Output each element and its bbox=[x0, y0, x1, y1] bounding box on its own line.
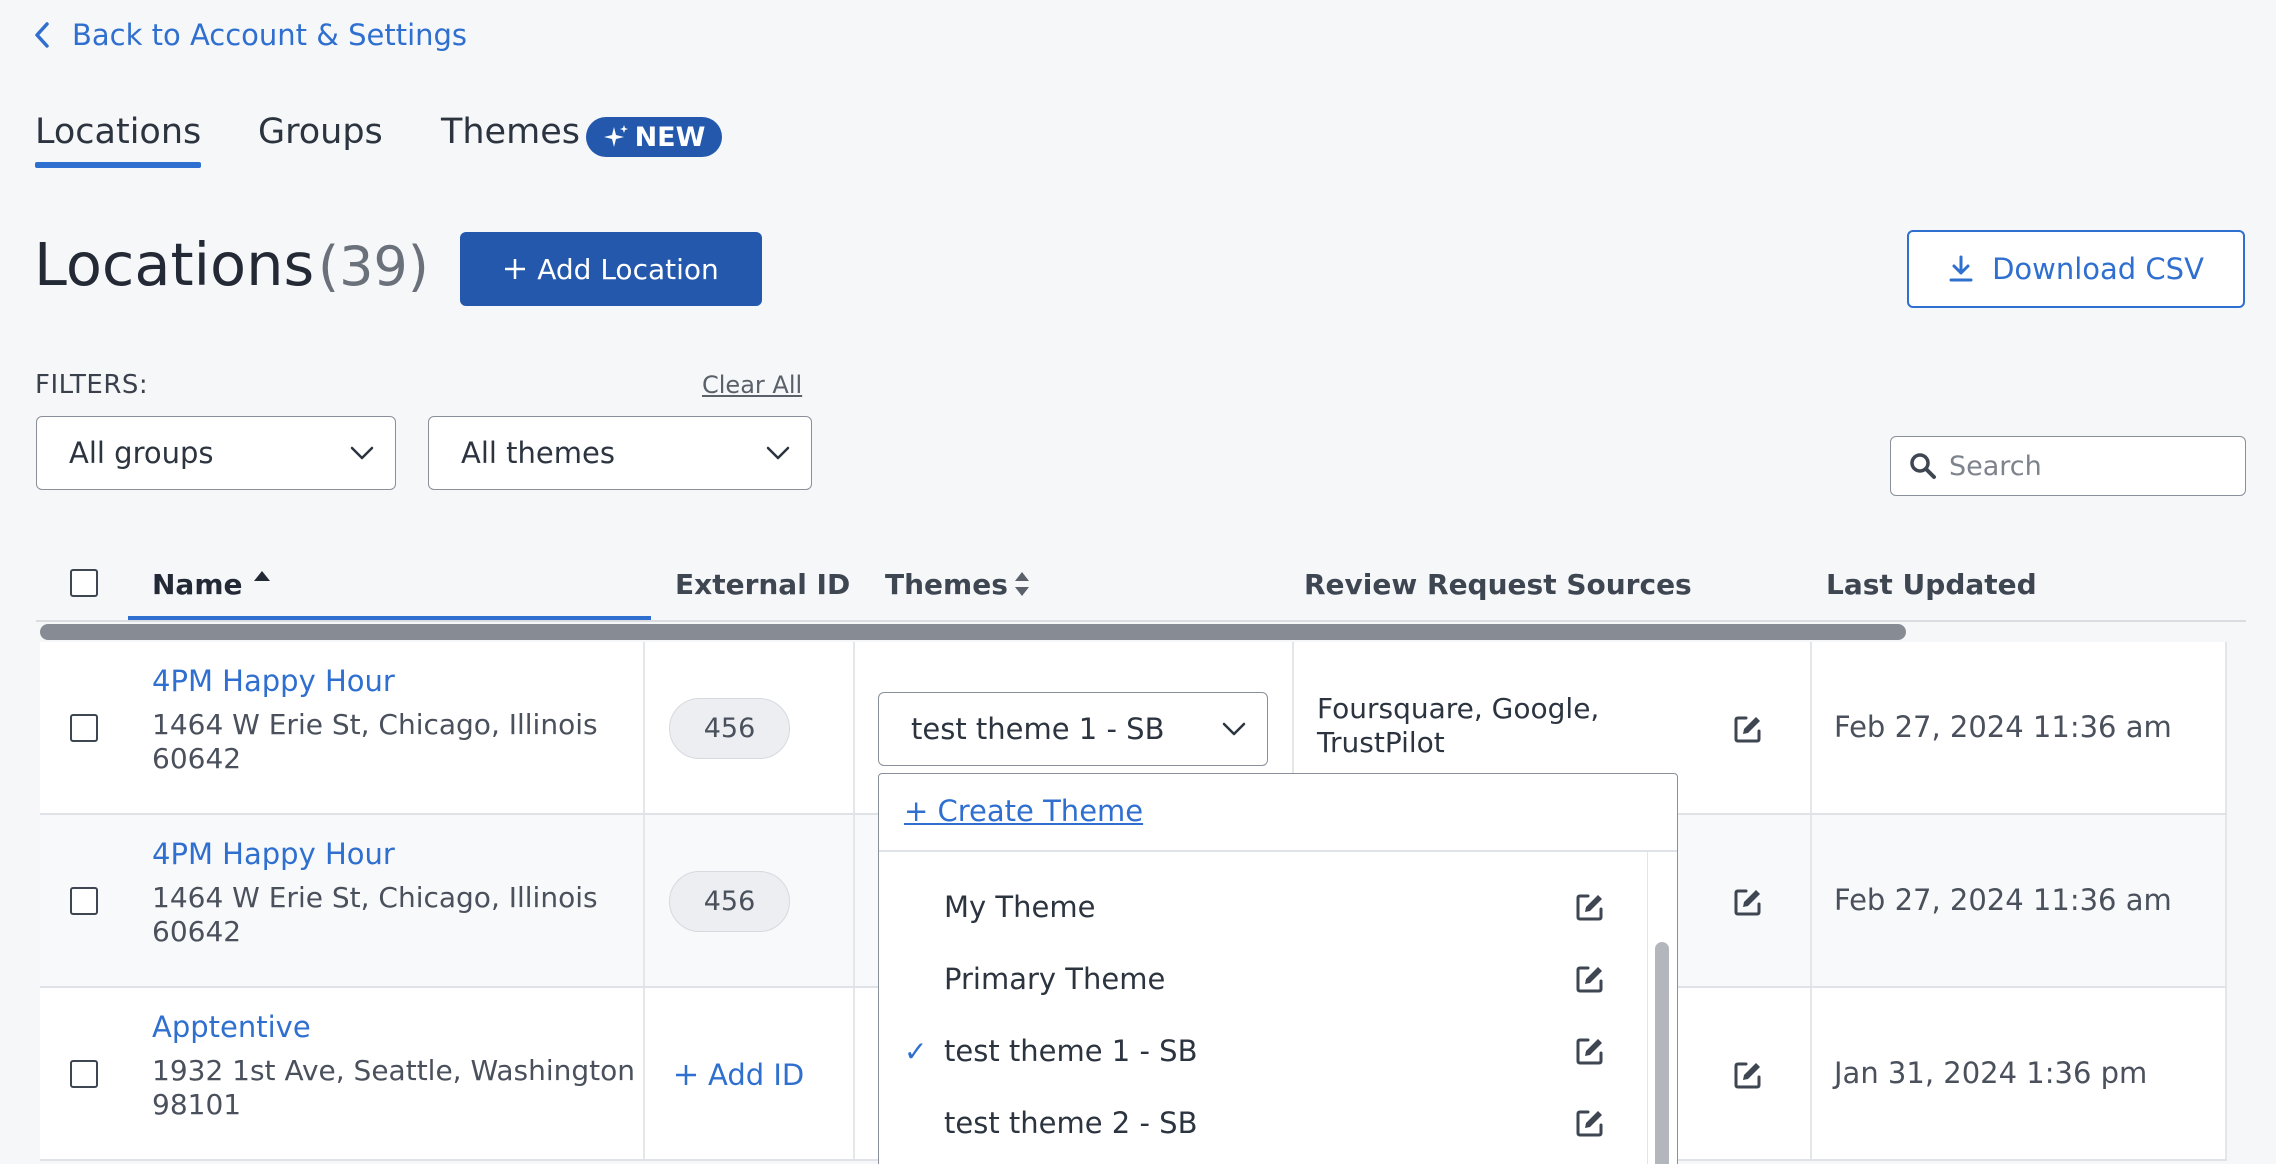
plus-icon bbox=[503, 257, 527, 281]
new-badge-label: NEW bbox=[634, 121, 706, 153]
location-count: (39) bbox=[318, 235, 429, 298]
edit-icon[interactable] bbox=[1575, 892, 1605, 922]
theme-option[interactable]: test theme 2 - SB bbox=[879, 1088, 1649, 1158]
select-all-checkbox[interactable] bbox=[70, 569, 98, 597]
row-theme-select[interactable]: test theme 1 - SB bbox=[878, 692, 1268, 766]
column-header-themes[interactable]: Themes bbox=[885, 568, 1029, 601]
clear-all-link[interactable]: Clear All bbox=[702, 371, 802, 399]
location-address: 1932 1st Ave, Seattle, Washington 98101 bbox=[152, 1054, 636, 1121]
chevron-down-icon bbox=[765, 445, 791, 461]
theme-option-label: Primary Theme bbox=[944, 962, 1166, 996]
last-updated: Feb 27, 2024 11:36 am bbox=[1834, 710, 2172, 744]
last-updated: Feb 27, 2024 11:36 am bbox=[1834, 883, 2172, 917]
search-icon bbox=[1909, 452, 1937, 480]
column-header-external-id[interactable]: External ID bbox=[675, 568, 850, 601]
chevron-left-icon bbox=[34, 22, 50, 48]
menu-divider bbox=[879, 850, 1677, 852]
location-name-link[interactable]: 4PM Happy Hour bbox=[152, 837, 395, 871]
sort-ascending-icon bbox=[253, 570, 271, 582]
last-updated: Jan 31, 2024 1:36 pm bbox=[1834, 1056, 2148, 1090]
theme-option-selected[interactable]: ✓ test theme 1 - SB bbox=[879, 1016, 1649, 1086]
cell-divider bbox=[1810, 642, 1812, 813]
column-header-review-sources[interactable]: Review Request Sources bbox=[1304, 568, 1692, 601]
edit-icon[interactable] bbox=[1575, 1108, 1605, 1138]
add-location-button[interactable]: Add Location bbox=[460, 232, 762, 306]
theme-option[interactable]: My Theme bbox=[879, 872, 1649, 942]
add-location-label: Add Location bbox=[537, 252, 719, 286]
chevron-down-icon bbox=[1221, 721, 1247, 737]
cell-divider bbox=[853, 988, 855, 1159]
column-header-name[interactable]: Name bbox=[152, 568, 270, 601]
cell-divider bbox=[853, 642, 855, 813]
check-icon: ✓ bbox=[904, 1034, 928, 1068]
add-id-button[interactable]: Add ID bbox=[674, 1058, 804, 1092]
column-header-name-label: Name bbox=[152, 568, 243, 601]
theme-option[interactable]: Primary Theme bbox=[879, 944, 1649, 1014]
theme-dropdown-menu: + Create Theme My Theme Primary Theme ✓ … bbox=[878, 773, 1678, 1164]
edit-icon[interactable] bbox=[1733, 1060, 1763, 1090]
tab-locations[interactable]: Locations bbox=[35, 112, 202, 168]
theme-option-label: test theme 2 - SB bbox=[944, 1106, 1198, 1140]
row-checkbox[interactable] bbox=[70, 714, 98, 742]
groups-filter-value: All groups bbox=[69, 436, 214, 470]
new-badge: NEW bbox=[586, 117, 722, 157]
create-theme-link[interactable]: + Create Theme bbox=[904, 794, 1143, 828]
cell-divider bbox=[2225, 815, 2227, 986]
header-divider bbox=[36, 620, 2246, 622]
download-csv-button[interactable]: Download CSV bbox=[1907, 230, 2245, 308]
theme-option-label: My Theme bbox=[944, 890, 1096, 924]
download-icon bbox=[1948, 255, 1974, 283]
column-header-last-updated[interactable]: Last Updated bbox=[1826, 568, 2037, 601]
menu-scroll-thumb[interactable] bbox=[1655, 942, 1669, 1164]
location-name-link[interactable]: Apptentive bbox=[152, 1010, 311, 1044]
themes-filter-select[interactable]: All themes bbox=[428, 416, 812, 490]
search-box[interactable] bbox=[1890, 436, 2246, 496]
cell-divider bbox=[1810, 815, 1812, 986]
row-checkbox[interactable] bbox=[70, 1060, 98, 1088]
cell-divider bbox=[1810, 988, 1812, 1159]
cell-divider bbox=[2225, 642, 2227, 813]
location-name-link[interactable]: 4PM Happy Hour bbox=[152, 664, 395, 698]
page-title: Locations bbox=[34, 230, 315, 299]
location-address: 1464 W Erie St, Chicago, Illinois 60642 bbox=[152, 881, 598, 948]
external-id-pill[interactable]: 456 bbox=[669, 871, 790, 932]
themes-filter-value: All themes bbox=[461, 436, 615, 470]
cell-divider bbox=[2225, 988, 2227, 1159]
theme-option-label: test theme 1 - SB bbox=[944, 1034, 1198, 1068]
edit-icon[interactable] bbox=[1575, 1036, 1605, 1066]
cell-divider bbox=[853, 815, 855, 986]
horizontal-scrollbar[interactable] bbox=[40, 624, 1906, 640]
download-csv-label: Download CSV bbox=[1992, 252, 2204, 286]
add-id-label: Add ID bbox=[708, 1058, 805, 1092]
chevron-down-icon bbox=[349, 445, 375, 461]
row-checkbox[interactable] bbox=[70, 887, 98, 915]
filters-label: FILTERS: bbox=[35, 370, 149, 400]
edit-icon[interactable] bbox=[1733, 714, 1763, 744]
edit-icon[interactable] bbox=[1733, 887, 1763, 917]
sort-icon bbox=[1013, 570, 1031, 598]
review-sources: Foursquare, Google, TrustPilot bbox=[1317, 692, 1600, 759]
location-address: 1464 W Erie St, Chicago, Illinois 60642 bbox=[152, 708, 598, 775]
column-header-themes-label: Themes bbox=[885, 568, 1008, 601]
groups-filter-select[interactable]: All groups bbox=[36, 416, 396, 490]
back-link-label: Back to Account & Settings bbox=[72, 18, 468, 52]
search-input[interactable] bbox=[1949, 450, 2219, 482]
back-link[interactable]: Back to Account & Settings bbox=[34, 18, 467, 52]
sparkle-icon bbox=[603, 124, 629, 150]
row-theme-value: test theme 1 - SB bbox=[911, 712, 1165, 746]
tab-groups[interactable]: Groups bbox=[258, 112, 383, 152]
external-id-pill[interactable]: 456 bbox=[669, 698, 790, 759]
edit-icon[interactable] bbox=[1575, 964, 1605, 994]
plus-icon bbox=[674, 1063, 698, 1087]
tab-themes[interactable]: Themes bbox=[441, 112, 580, 152]
